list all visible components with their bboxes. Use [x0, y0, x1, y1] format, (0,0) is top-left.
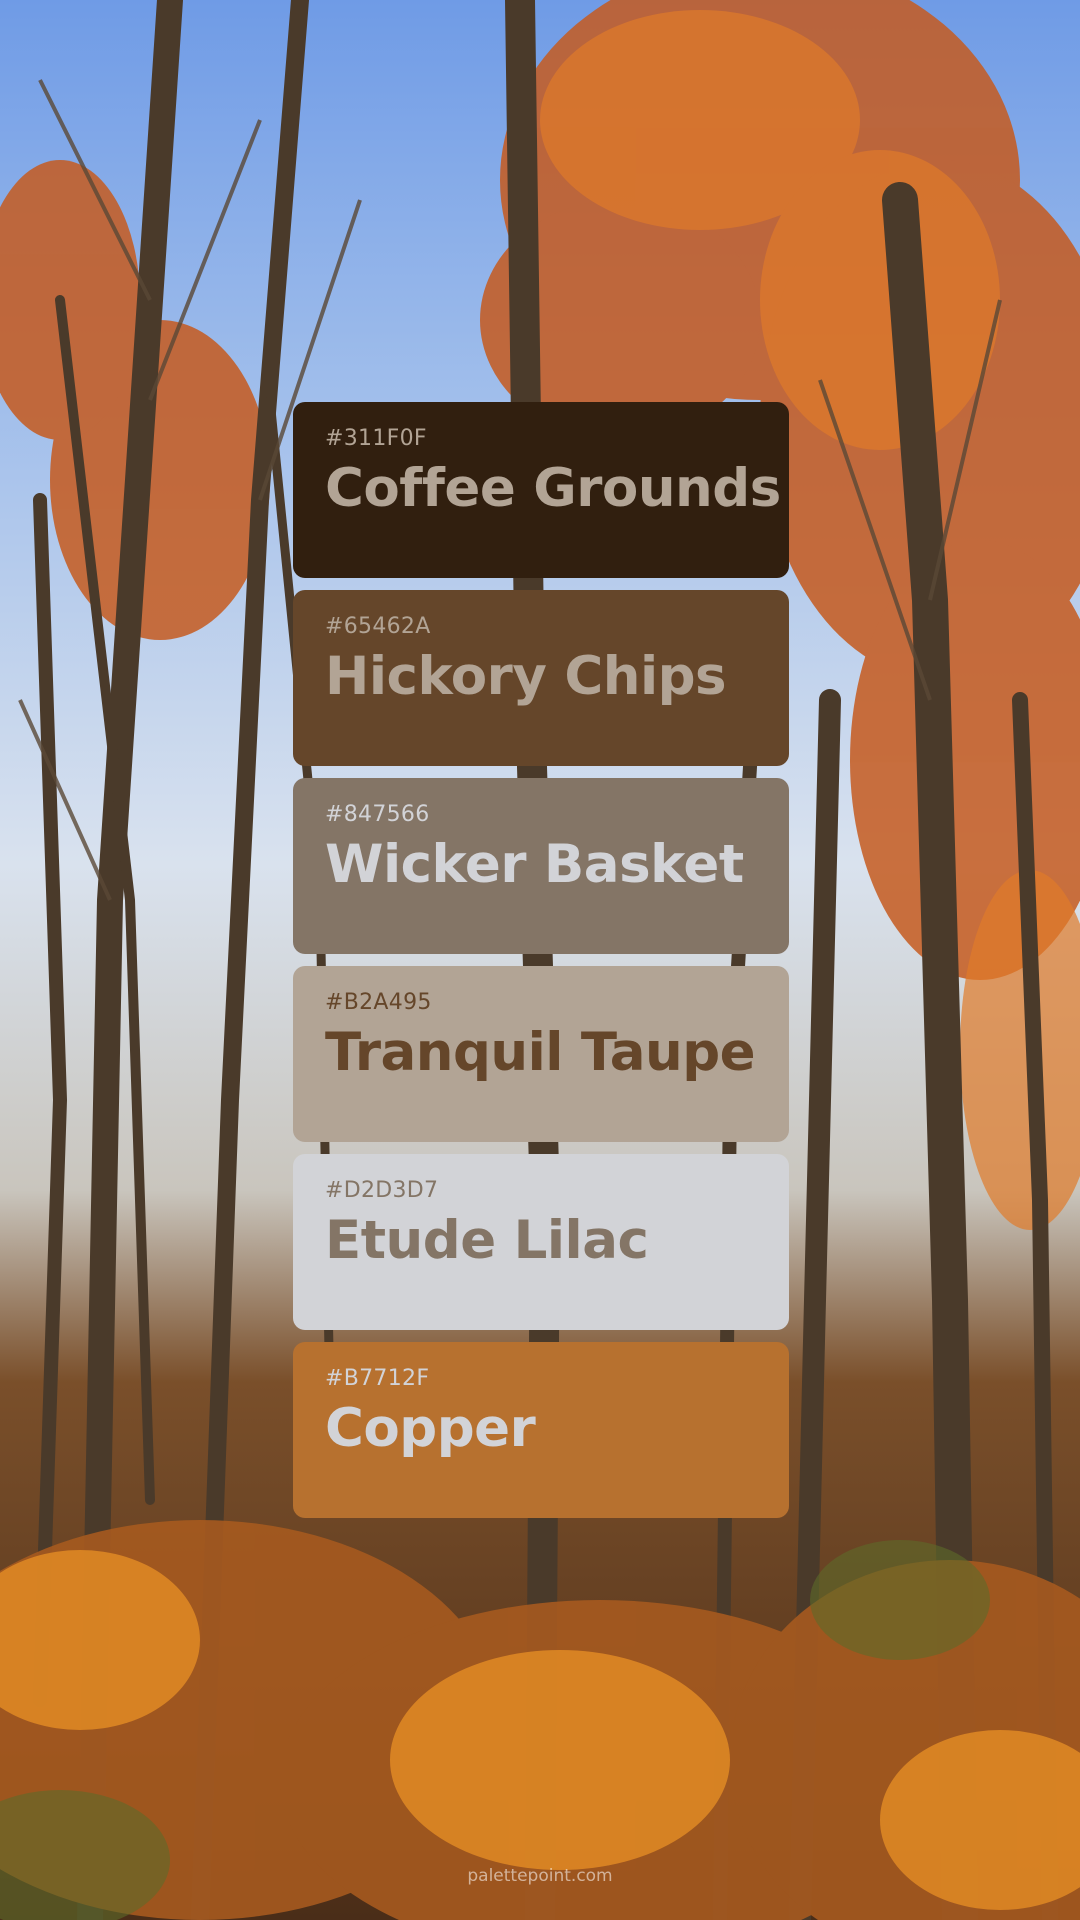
swatch-color-name: Wicker Basket	[325, 834, 744, 895]
swatch-tranquil-taupe: #B2A495 Tranquil Taupe	[293, 966, 789, 1142]
color-palette: #311F0F Coffee Grounds #65462A Hickory C…	[293, 402, 789, 1530]
swatch-hex-code: #B7712F	[325, 1366, 430, 1391]
swatch-hex-code: #B2A495	[325, 990, 432, 1015]
swatch-hex-code: #D2D3D7	[325, 1178, 439, 1203]
swatch-color-name: Coffee Grounds	[325, 458, 781, 519]
swatch-coffee-grounds: #311F0F Coffee Grounds	[293, 402, 789, 578]
swatch-hex-code: #311F0F	[325, 426, 427, 451]
swatch-etude-lilac: #D2D3D7 Etude Lilac	[293, 1154, 789, 1330]
swatch-color-name: Copper	[325, 1398, 536, 1459]
swatch-color-name: Etude Lilac	[325, 1210, 649, 1271]
swatch-color-name: Hickory Chips	[325, 646, 727, 707]
swatch-color-name: Tranquil Taupe	[325, 1022, 756, 1083]
watermark: palettepoint.com	[467, 1866, 613, 1886]
swatch-hex-code: #847566	[325, 802, 430, 827]
swatch-hex-code: #65462A	[325, 614, 431, 639]
swatch-copper: #B7712F Copper	[293, 1342, 789, 1518]
swatch-hickory-chips: #65462A Hickory Chips	[293, 590, 789, 766]
swatch-wicker-basket: #847566 Wicker Basket	[293, 778, 789, 954]
